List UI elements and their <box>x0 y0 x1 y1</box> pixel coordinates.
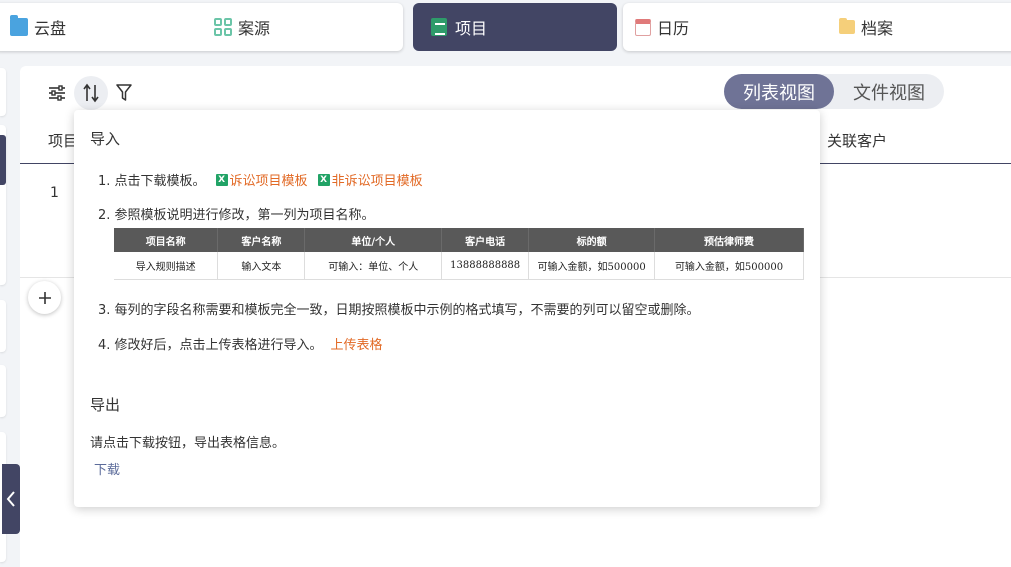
sliders-icon <box>49 85 65 101</box>
non-litigation-template-link[interactable]: 非诉讼项目模板 <box>332 170 423 189</box>
document-icon <box>431 18 447 36</box>
template-cell: 导入规则描述 <box>114 252 219 280</box>
excel-icon: X <box>317 173 330 186</box>
template-row: 导入规则描述 输入文本 可输入：单位、个人 13888888888 可输入金额，… <box>114 252 804 280</box>
template-header-cell: 预估律师费 <box>654 228 804 252</box>
tab-calendar-label: 日历 <box>657 19 690 38</box>
sidebar-active-indicator <box>0 135 6 185</box>
download-link[interactable]: 下载 <box>94 459 120 478</box>
tab-group-left: 云盘 案源 <box>0 3 403 51</box>
import-export-button[interactable] <box>74 76 108 110</box>
sort-arrows-icon <box>83 83 99 103</box>
template-preview-table: 项目名称 客户名称 单位/个人 客户电话 标的额 预估律师费 导入规则描述 输入… <box>114 228 804 280</box>
calendar-icon <box>635 18 651 36</box>
export-description: 请点击下载按钮，导出表格信息。 <box>90 436 286 451</box>
tab-projects-label: 项目 <box>455 19 488 38</box>
sidebar-strip <box>0 300 6 352</box>
column-header-client[interactable]: 关联客户 <box>827 130 887 151</box>
export-title: 导出 <box>90 396 121 414</box>
template-header-cell: 客户名称 <box>217 228 306 252</box>
template-cell: 输入文本 <box>217 252 306 280</box>
plus-icon <box>38 291 51 304</box>
import-step-4: 4. 修改好后，点击上传表格进行导入。 上传表格 <box>98 334 383 353</box>
litigation-template-link[interactable]: 诉讼项目模板 <box>230 170 308 189</box>
import-step-3: 3. 每列的字段名称需要和模板完全一致，日期按照模板中示例的格式填写，不需要的列… <box>98 303 700 318</box>
template-cell: 13888888888 <box>441 252 530 280</box>
tab-cases[interactable]: 案源 <box>214 3 270 51</box>
import-title: 导入 <box>90 130 121 148</box>
template-header-row: 项目名称 客户名称 单位/个人 客户电话 标的额 预估律师费 <box>114 228 804 252</box>
tab-cloud[interactable]: 云盘 <box>10 3 66 51</box>
grid-icon <box>214 18 232 36</box>
tab-archive[interactable]: 档案 <box>839 3 893 51</box>
template-header-cell: 项目名称 <box>114 228 219 252</box>
folder-icon <box>10 15 28 36</box>
file-view-button[interactable]: 文件视图 <box>834 74 944 109</box>
column-settings-button[interactable] <box>40 76 74 110</box>
import-step-1: 1. 点击下载模板。 X 诉讼项目模板 X 非诉讼项目模板 <box>98 170 423 189</box>
upload-table-link[interactable]: 上传表格 <box>331 334 383 353</box>
sidebar-collapse-button[interactable] <box>2 464 20 534</box>
filter-icon <box>116 84 132 101</box>
template-cell: 可输入金额，如500000 <box>654 252 804 280</box>
import-export-popover: 导入 1. 点击下载模板。 X 诉讼项目模板 X 非诉讼项目模板 2. 参照模板… <box>74 110 820 507</box>
sidebar-strip <box>0 68 6 116</box>
step-1-text: 1. 点击下载模板。 <box>98 174 206 189</box>
template-cell: 可输入：单位、个人 <box>304 252 443 280</box>
import-step-2: 2. 参照模板说明进行修改，第一列为项目名称。 <box>98 208 375 223</box>
template-header-cell: 客户电话 <box>441 228 530 252</box>
excel-icon: X <box>215 173 228 186</box>
row-number: 1 <box>50 185 59 201</box>
chevron-left-icon <box>6 491 15 507</box>
template-header-cell: 单位/个人 <box>304 228 443 252</box>
step-4-text: 4. 修改好后，点击上传表格进行导入。 <box>98 338 323 353</box>
template-header-cell: 标的额 <box>528 228 656 252</box>
archive-folder-icon <box>839 18 855 34</box>
sidebar-strip <box>0 365 6 417</box>
tab-calendar[interactable]: 日历 <box>635 3 689 51</box>
tab-cases-label: 案源 <box>238 19 271 38</box>
add-row-button[interactable] <box>28 281 61 314</box>
top-tab-bar: 云盘 案源 项目 日历 档案 <box>0 0 1011 56</box>
tab-projects[interactable]: 项目 <box>413 3 617 51</box>
view-toggle: 列表视图 文件视图 <box>724 74 944 109</box>
tab-group-right: 日历 档案 <box>623 3 1011 51</box>
tab-cloud-label: 云盘 <box>34 19 67 38</box>
filter-button[interactable] <box>107 76 141 110</box>
list-view-button[interactable]: 列表视图 <box>724 74 834 109</box>
template-cell: 可输入金额，如500000 <box>528 252 656 280</box>
tab-archive-label: 档案 <box>861 19 894 38</box>
